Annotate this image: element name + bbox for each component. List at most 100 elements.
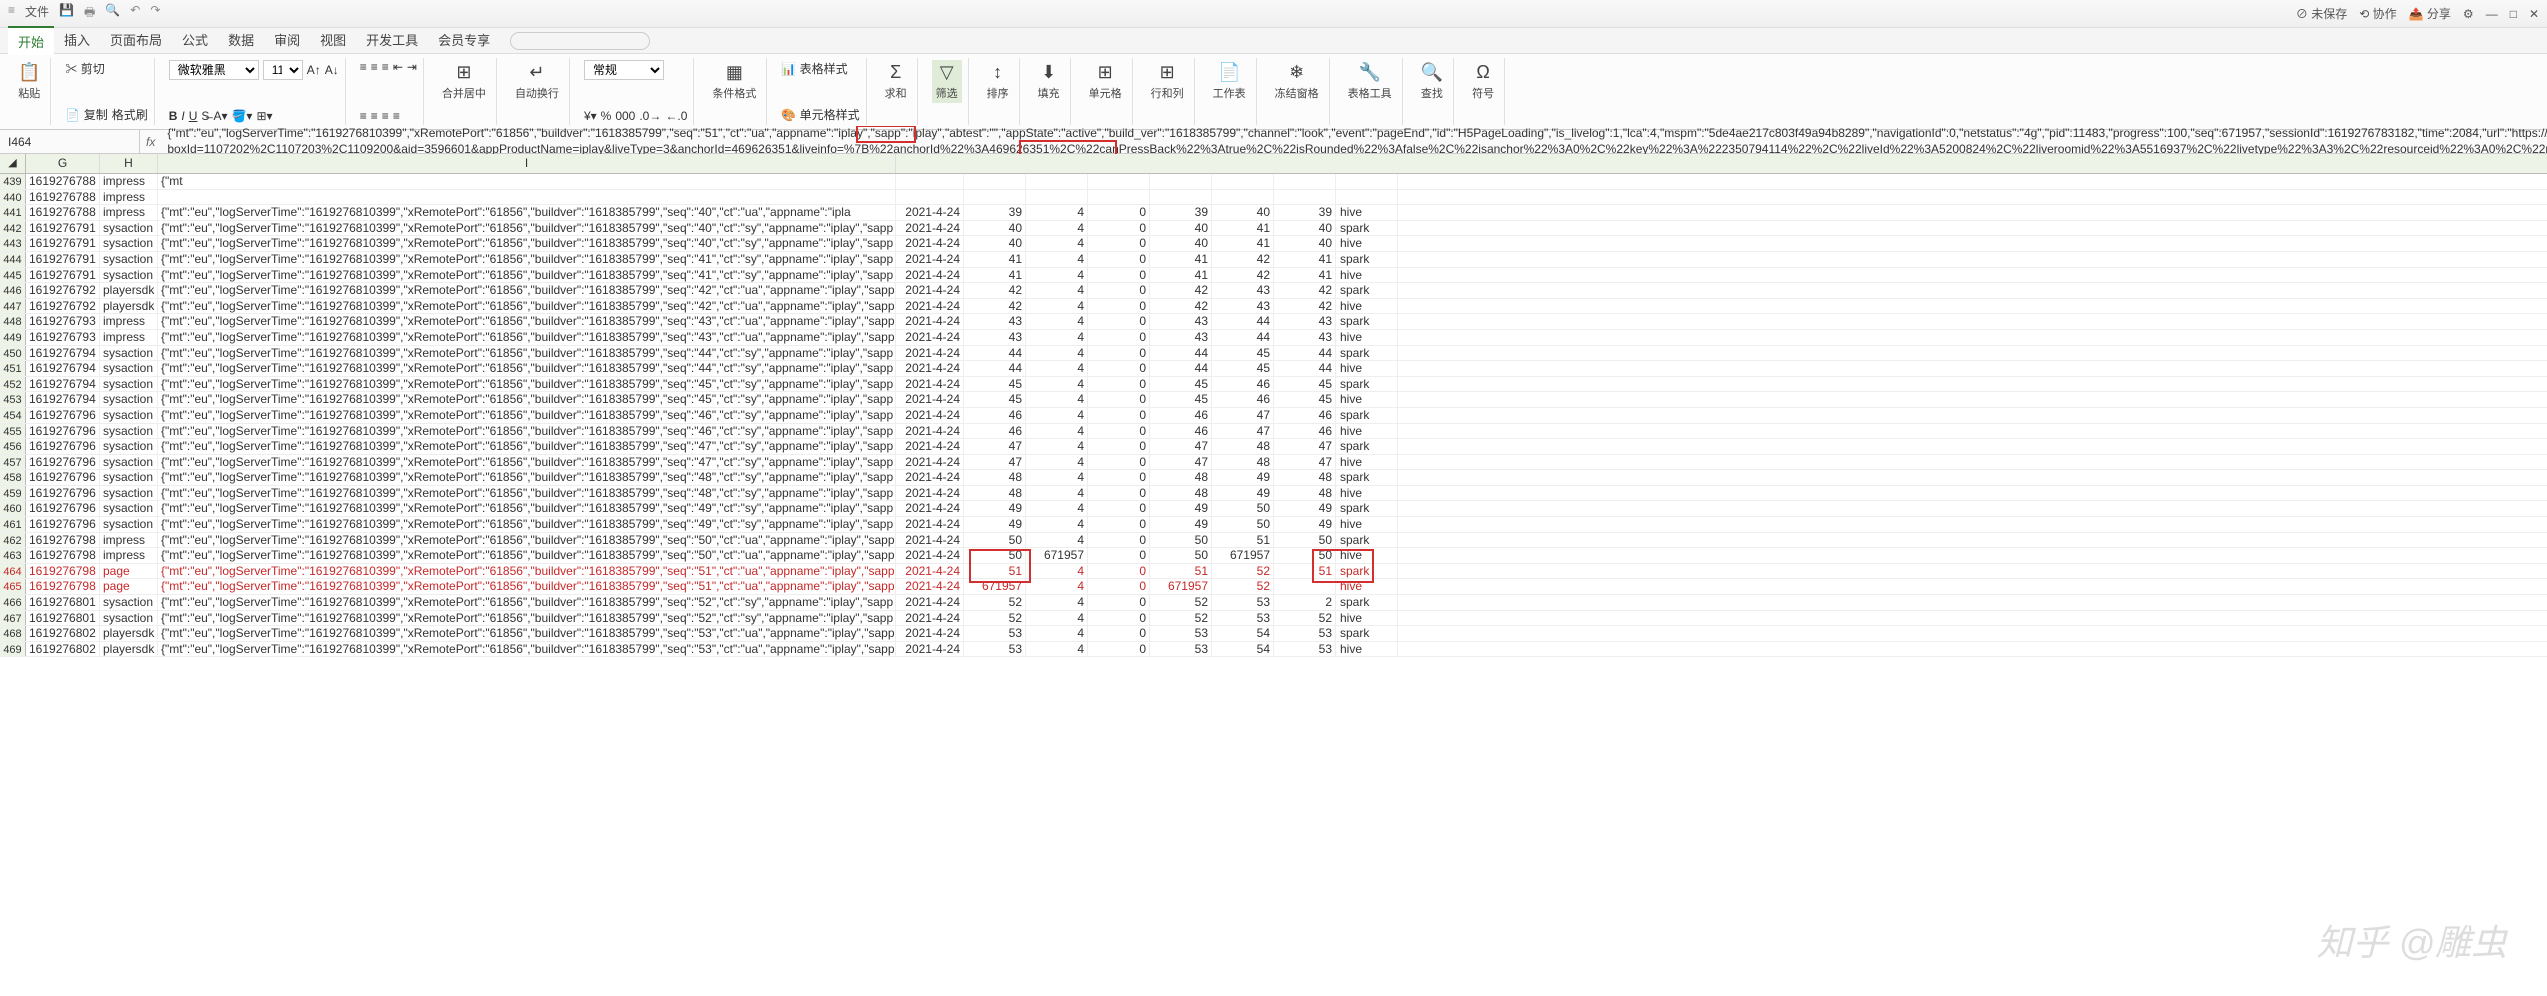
cell[interactable]: 53 xyxy=(1212,595,1274,610)
cell[interactable]: 2021-4-24 xyxy=(896,501,964,516)
cell[interactable]: sysaction xyxy=(100,455,158,470)
cell[interactable]: 42 xyxy=(1212,252,1274,267)
cell[interactable]: 0 xyxy=(1088,268,1150,283)
cell[interactable]: page xyxy=(100,579,158,594)
row-header[interactable]: 449 xyxy=(0,330,26,345)
cell[interactable]: 2021-4-24 xyxy=(896,268,964,283)
spreadsheet-grid[interactable]: ◢ G H I 4391619276788impress{"mt44016192… xyxy=(0,154,2547,657)
copy-button[interactable]: 📄 复制 xyxy=(65,106,107,123)
cell[interactable]: sysaction xyxy=(100,595,158,610)
sum-button[interactable]: Σ求和 xyxy=(881,60,911,103)
cell[interactable]: page xyxy=(100,564,158,579)
cell[interactable]: 4 xyxy=(1026,314,1088,329)
cell[interactable]: 52 xyxy=(964,595,1026,610)
cell[interactable]: 40 xyxy=(1212,205,1274,220)
cell[interactable]: sysaction xyxy=(100,424,158,439)
cell[interactable]: 50 xyxy=(964,548,1026,563)
table-row[interactable]: 4681619276802playersdk{"mt":"eu","logSer… xyxy=(0,626,2547,642)
cell[interactable] xyxy=(1150,190,1212,205)
cell[interactable]: playersdk xyxy=(100,642,158,657)
maximize-icon[interactable]: □ xyxy=(2510,7,2517,21)
cell[interactable] xyxy=(964,174,1026,189)
cell[interactable]: playersdk xyxy=(100,626,158,641)
cell[interactable] xyxy=(896,190,964,205)
cell[interactable]: 4 xyxy=(1026,283,1088,298)
cell[interactable] xyxy=(896,174,964,189)
cell[interactable]: 1619276798 xyxy=(26,579,100,594)
cell[interactable]: 45 xyxy=(1274,377,1336,392)
cell[interactable]: 1619276794 xyxy=(26,377,100,392)
align-left-icon[interactable]: ≡ xyxy=(360,109,367,123)
cell[interactable]: impress xyxy=(100,205,158,220)
cell[interactable]: 41 xyxy=(1150,252,1212,267)
cell[interactable]: 50 xyxy=(1274,533,1336,548)
cell[interactable]: 40 xyxy=(1274,221,1336,236)
cell[interactable]: 0 xyxy=(1088,548,1150,563)
cell[interactable]: 0 xyxy=(1088,455,1150,470)
wrap-button[interactable]: ↵自动换行 xyxy=(511,60,563,103)
cell[interactable]: sysaction xyxy=(100,392,158,407)
cell[interactable]: 2021-4-24 xyxy=(896,626,964,641)
format-painter-button[interactable]: 格式刷 xyxy=(112,106,148,123)
cell[interactable]: {"mt":"eu","logServerTime":"161927681039… xyxy=(158,439,896,454)
cell[interactable]: 40 xyxy=(964,236,1026,251)
row-header[interactable]: 448 xyxy=(0,314,26,329)
cell[interactable]: 4 xyxy=(1026,470,1088,485)
cell[interactable]: 41 xyxy=(1212,221,1274,236)
cell[interactable]: 2021-4-24 xyxy=(896,299,964,314)
cell[interactable]: {"mt":"eu","logServerTime":"161927681039… xyxy=(158,470,896,485)
cell[interactable]: 1619276798 xyxy=(26,564,100,579)
cell[interactable]: 0 xyxy=(1088,595,1150,610)
cell[interactable]: hive xyxy=(1336,455,1398,470)
table-row[interactable]: 4431619276791sysaction{"mt":"eu","logSer… xyxy=(0,236,2547,252)
cell[interactable]: {"mt":"eu","logServerTime":"161927681039… xyxy=(158,455,896,470)
cell[interactable]: 1619276793 xyxy=(26,314,100,329)
cell[interactable]: 0 xyxy=(1088,533,1150,548)
cell[interactable]: 1619276788 xyxy=(26,174,100,189)
cell[interactable]: spark xyxy=(1336,252,1398,267)
condfmt-button[interactable]: ▦条件格式 xyxy=(708,60,760,103)
cell[interactable]: 2021-4-24 xyxy=(896,205,964,220)
cell[interactable]: 44 xyxy=(964,361,1026,376)
cell[interactable]: 53 xyxy=(1212,611,1274,626)
cell[interactable]: 2021-4-24 xyxy=(896,564,964,579)
cell[interactable]: 0 xyxy=(1088,579,1150,594)
cell[interactable]: 2021-4-24 xyxy=(896,595,964,610)
column-headers[interactable]: ◢ G H I xyxy=(0,154,2547,174)
cell[interactable]: 1619276792 xyxy=(26,283,100,298)
currency-icon[interactable]: ¥▾ xyxy=(584,109,597,123)
cell[interactable]: spark xyxy=(1336,221,1398,236)
cell[interactable]: 671957 xyxy=(964,579,1026,594)
cell[interactable]: hive xyxy=(1336,517,1398,532)
table-row[interactable]: 4691619276802playersdk{"mt":"eu","logSer… xyxy=(0,642,2547,658)
cell[interactable]: 49 xyxy=(1212,470,1274,485)
table-row[interactable]: 4411619276788impress{"mt":"eu","logServe… xyxy=(0,205,2547,221)
cell[interactable]: 42 xyxy=(1212,268,1274,283)
row-header[interactable]: 456 xyxy=(0,439,26,454)
cell[interactable]: 4 xyxy=(1026,361,1088,376)
cell[interactable]: 4 xyxy=(1026,330,1088,345)
cell[interactable]: 0 xyxy=(1088,642,1150,657)
cell[interactable]: impress xyxy=(100,174,158,189)
cell[interactable]: 53 xyxy=(964,626,1026,641)
cell[interactable]: {"mt":"eu","logServerTime":"161927681039… xyxy=(158,299,896,314)
row-header[interactable]: 459 xyxy=(0,486,26,501)
cell[interactable]: 671957 xyxy=(1026,548,1088,563)
cell[interactable]: 4 xyxy=(1026,595,1088,610)
row-header[interactable]: 454 xyxy=(0,408,26,423)
cut-button[interactable]: ✂ 剪切 xyxy=(65,60,104,77)
row-header[interactable]: 455 xyxy=(0,424,26,439)
font-grow-icon[interactable]: A↑ xyxy=(307,63,321,77)
table-row[interactable]: 4461619276792playersdk{"mt":"eu","logSer… xyxy=(0,283,2547,299)
cell[interactable]: playersdk xyxy=(100,283,158,298)
cell[interactable]: 44 xyxy=(1150,361,1212,376)
cell[interactable] xyxy=(964,190,1026,205)
cell[interactable]: 47 xyxy=(1150,439,1212,454)
tab-nav-icon[interactable]: ≡ xyxy=(8,3,15,24)
cell[interactable]: 51 xyxy=(964,564,1026,579)
cell[interactable]: 49 xyxy=(1274,501,1336,516)
cell[interactable]: {"mt":"eu","logServerTime":"161927681039… xyxy=(158,314,896,329)
cell[interactable]: hive xyxy=(1336,299,1398,314)
cell[interactable]: 50 xyxy=(1274,548,1336,563)
cell[interactable]: 4 xyxy=(1026,626,1088,641)
